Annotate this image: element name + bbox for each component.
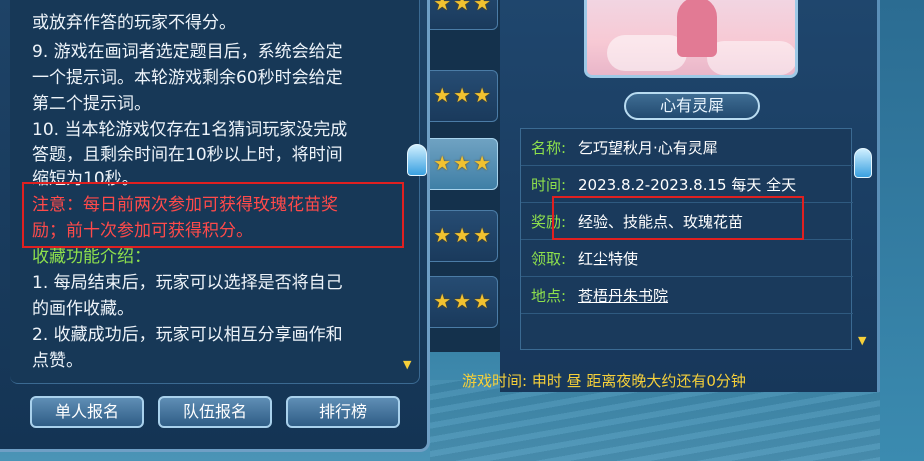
place-label: 地点: [531,287,567,305]
arrow-down-icon[interactable]: ▼ [858,334,866,347]
ranking-button[interactable]: 排行榜 [286,396,400,428]
info-row-place: 地点: 苍梧丹朱书院 [521,277,853,314]
star-icon: ★ [473,223,491,247]
rule-line: 9. 游戏在画词者选定题目后，系统会给定 [32,42,343,62]
figure-illustration [677,0,717,57]
scroll-thumb-icon[interactable] [407,144,427,176]
water-edge [880,0,924,461]
reward-highlight-box [552,196,804,240]
game-time-status: 游戏时间: 申时 昼 距离夜晚大约还有0分钟 [462,372,746,390]
star-icon: ★ [433,83,452,107]
detail-scrollbar[interactable]: ▼ [854,128,872,350]
cloud-decoration [707,41,795,75]
notice-highlight-box [22,182,404,248]
name-label: 名称: [531,139,567,157]
arrow-down-icon[interactable]: ▼ [403,358,411,371]
star-rating: ★ ★ ★ [433,85,491,105]
rule-line: 或放弃作答的玩家不得分。 [32,13,236,33]
star-icon: ★ [453,151,472,175]
star-icon: ★ [473,289,491,313]
team-signup-button[interactable]: 队伍报名 [158,396,272,428]
list-item[interactable]: ★ ★ ★ [420,70,498,122]
activity-list[interactable]: ★★★ ★★★ ★★★ ★★★ ★★★ ▼ [420,0,512,352]
name-value: 乞巧望秋月·心有灵犀 [578,139,718,157]
star-icon: ★ [473,151,491,175]
info-row-receive: 领取: 红尘特使 [521,240,853,277]
place-link[interactable]: 苍梧丹朱书院 [578,285,668,306]
time-label: 时间: [531,176,567,194]
star-icon: ★ [433,0,452,15]
star-rating: ★ ★ ★ [433,225,491,245]
water-ripples [430,380,924,461]
list-item[interactable]: ★ ★ ★ [420,0,498,30]
collect-line: 1. 每局结束后，玩家可以选择是否将自己 [32,273,343,293]
rule-line: 10. 当本轮游戏仅存在1名猜词玩家没完成 [32,120,348,140]
star-icon: ★ [453,0,472,15]
time-value: 2023.8.2-2023.8.15 每天 全天 [578,176,797,194]
solo-signup-button[interactable]: 单人报名 [30,396,144,428]
rule-line: 答题，且剩余时间在10秒以上时，将时间 [32,145,343,165]
star-rating: ★ ★ ★ [433,153,491,173]
list-item-selected[interactable]: ★ ★ ★ [420,138,498,190]
list-item[interactable]: ★ ★ ★ [420,276,498,328]
star-icon: ★ [433,223,452,247]
list-item[interactable]: ★ ★ ★ [420,210,498,262]
star-icon: ★ [433,151,452,175]
star-icon: ★ [453,223,472,247]
activity-image [584,0,798,78]
rule-line: 第二个提示词。 [32,94,151,114]
activity-title: 心有灵犀 [624,92,760,120]
collect-line: 点赞。 [32,351,83,371]
star-icon: ★ [473,0,491,15]
collect-line: 的画作收藏。 [32,299,134,319]
star-rating: ★ ★ ★ [433,291,491,311]
star-icon: ★ [453,83,472,107]
star-rating: ★ ★ ★ [433,0,491,13]
info-row-name: 名称: 乞巧望秋月·心有灵犀 [521,129,853,166]
receive-value: 红尘特使 [578,250,639,268]
collect-line: 2. 收藏成功后，玩家可以相互分享画作和 [32,325,343,345]
rule-line: 一个提示词。本轮游戏剩余60秒时会给定 [32,68,343,88]
scroll-thumb-icon[interactable] [854,148,872,178]
receive-label: 领取: [531,250,567,268]
star-icon: ★ [473,83,491,107]
cloud-decoration [607,35,687,71]
star-icon: ★ [453,289,472,313]
star-icon: ★ [433,289,452,313]
